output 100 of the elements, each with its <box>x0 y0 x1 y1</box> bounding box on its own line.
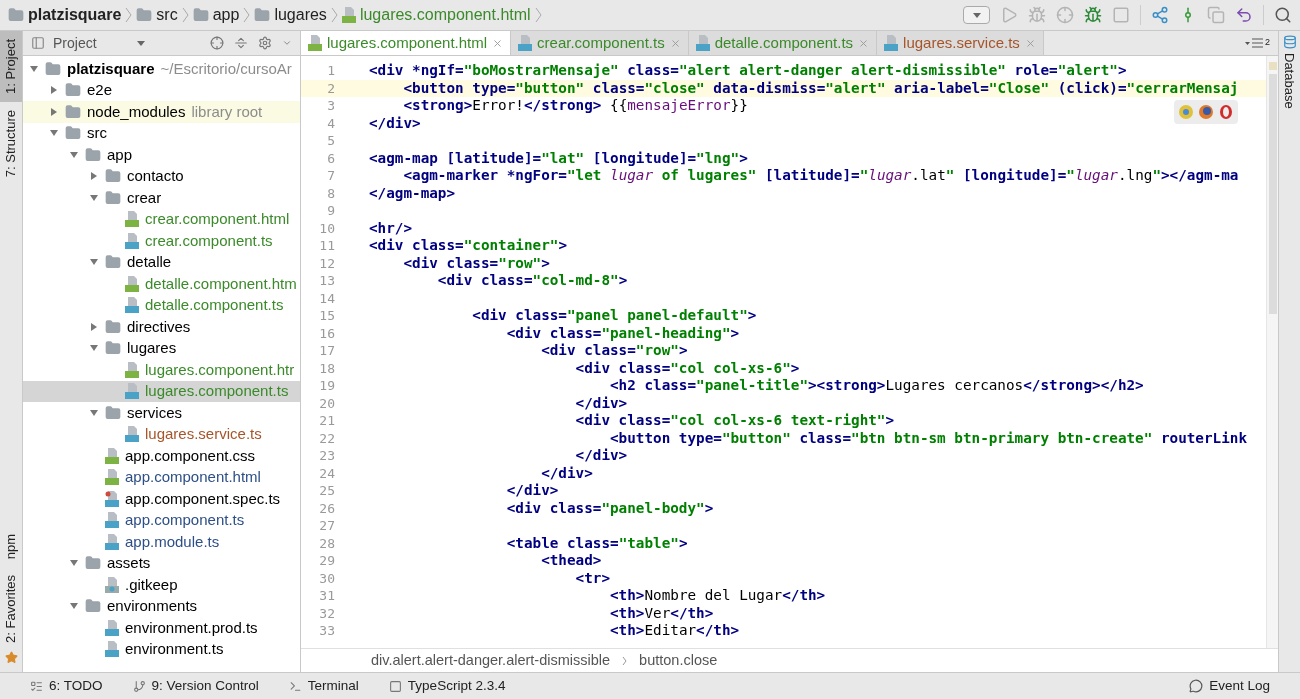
tree-item[interactable]: directives <box>23 316 300 338</box>
line-number: 27 <box>318 517 336 535</box>
tool-window-button[interactable]: 6: TODO <box>30 675 103 697</box>
close-icon[interactable] <box>492 37 504 49</box>
tool-window-tab[interactable]: Database <box>1279 53 1300 115</box>
scroll-bar[interactable] <box>1268 74 1277 314</box>
locate-icon[interactable] <box>210 36 224 50</box>
tree-item[interactable]: app.component.css <box>23 445 300 467</box>
tree-item[interactable]: environments <box>23 595 300 617</box>
tree-item[interactable]: assets <box>23 552 300 574</box>
code-line: <div *ngIf="boMostrarMensaje" class="alert alert-danger alert-dismissible" role="alert"> <box>368 62 1127 80</box>
file-icon <box>105 490 119 507</box>
project-view-dropdown[interactable]: Project <box>53 32 145 54</box>
item-name: node_modules <box>87 101 186 122</box>
tool-window-button[interactable]: 9: Version Control <box>132 675 259 697</box>
item-name: app.component.spec.ts <box>125 488 281 509</box>
collapsed-arrow-icon[interactable] <box>49 85 59 96</box>
tree-item[interactable]: app <box>23 144 300 166</box>
line-number: 33 <box>318 622 336 640</box>
bug-icon[interactable] <box>1084 6 1102 24</box>
tool-window-button[interactable]: Terminal <box>288 675 359 697</box>
item-name: environment.prod.ts <box>125 617 258 638</box>
line-number: 13 <box>318 272 336 290</box>
expanded-arrow-icon[interactable] <box>89 407 99 418</box>
run-config-dropdown[interactable] <box>963 6 990 24</box>
tree-item[interactable]: environment.prod.ts <box>23 617 300 639</box>
nav-crumb[interactable]: src <box>156 3 178 27</box>
item-name: e2e <box>87 80 113 100</box>
item-name: detalle <box>127 252 172 272</box>
tree-item[interactable]: platzisquare ~/Escritorio/cursoAr <box>23 58 300 80</box>
tree-item[interactable]: app.component.ts <box>23 509 300 531</box>
folder-icon <box>105 340 121 357</box>
tree-item[interactable]: detalle <box>23 251 300 273</box>
tree-item[interactable]: lugares.component.htr <box>23 359 300 381</box>
tree-item[interactable]: app.component.spec.ts <box>23 488 300 510</box>
tree-item[interactable]: e2e <box>23 79 300 101</box>
expanded-arrow-icon[interactable] <box>69 149 79 160</box>
tree-item[interactable]: app.component.html <box>23 466 300 488</box>
code-line: <div class="panel-heading"> <box>505 324 740 342</box>
line-number: 32 <box>318 604 336 622</box>
tree-item[interactable]: src <box>23 122 300 144</box>
nav-crumb[interactable]: lugares.component.html <box>359 3 531 27</box>
collapsed-arrow-icon[interactable] <box>89 321 99 332</box>
item-name: lugares.service.ts <box>145 424 262 444</box>
chevron-icon[interactable] <box>282 38 292 48</box>
item-name: services <box>127 402 182 423</box>
tool-window-tab[interactable]: npm <box>0 525 22 568</box>
tree-item[interactable]: .gitkeep <box>23 574 300 596</box>
tree-item[interactable]: detalle.component.ts <box>23 294 300 316</box>
tree-item[interactable]: lugares <box>23 337 300 359</box>
item-name: app.component.ts <box>125 510 245 530</box>
line-number: 12 <box>318 254 336 272</box>
tree-item[interactable]: contacto <box>23 165 300 187</box>
event-log-button[interactable]: Event Log <box>1189 675 1270 697</box>
file-icon <box>695 35 710 51</box>
tree-item[interactable]: lugares.service.ts <box>23 423 300 445</box>
tree-item[interactable]: crear <box>23 187 300 209</box>
line-number: 19 <box>318 377 336 395</box>
folder-icon <box>8 7 24 23</box>
nav-crumb[interactable]: platzisquare <box>28 3 122 27</box>
code-line: <agm-map [latitude]="lat" [longitude]="lng"> <box>368 149 748 167</box>
item-name: app.module.ts <box>125 531 220 552</box>
line-number: 17 <box>318 342 336 360</box>
tree-item[interactable]: services <box>23 402 300 424</box>
line-number: 15 <box>318 307 336 325</box>
search-icon[interactable] <box>1274 6 1292 24</box>
line-number: 24 <box>318 464 336 482</box>
tree-item[interactable]: crear.component.html <box>23 208 300 230</box>
expanded-arrow-icon[interactable] <box>89 192 99 203</box>
folder-icon <box>105 189 121 206</box>
code-line: <div class="panel-body"> <box>505 499 714 517</box>
expanded-arrow-icon[interactable] <box>29 63 39 74</box>
tree-item[interactable]: node_modules library root <box>23 101 300 123</box>
tool-window-tab[interactable]: 2: Favorites <box>0 567 22 651</box>
tool-window-tab[interactable]: 1: Project <box>0 31 22 102</box>
tree-item[interactable]: environment.ts <box>23 638 300 660</box>
tool-icon <box>388 679 402 693</box>
nav-crumb[interactable]: lugares <box>274 3 327 27</box>
file-icon <box>518 35 533 51</box>
editor-tab[interactable]: lugares.service.ts <box>877 31 1044 55</box>
collapsed-arrow-icon[interactable] <box>89 171 99 182</box>
folder-icon <box>85 555 101 572</box>
tree-item[interactable]: detalle.component.htm <box>23 273 300 295</box>
nav-crumb[interactable]: app <box>212 3 240 27</box>
collapsed-arrow-icon[interactable] <box>49 106 59 117</box>
collapse-icon[interactable] <box>234 36 248 50</box>
item-name: directives <box>127 316 191 337</box>
browser-logos-drawing[interactable] <box>1174 100 1238 124</box>
tag-breadcrumb[interactable]: button.close <box>639 649 718 672</box>
tool-window-tab[interactable]: 7: Structure <box>0 101 22 186</box>
editor-tab[interactable]: lugares.component.html <box>301 31 512 55</box>
undo-icon[interactable] <box>1235 6 1253 24</box>
line-number: 29 <box>318 552 336 570</box>
tool-window-button[interactable]: TypeScript 2.3.4 <box>388 675 506 697</box>
tree-item[interactable]: crear.component.ts <box>23 230 300 252</box>
tab-list-icon[interactable] <box>1245 38 1263 48</box>
settings-icon[interactable] <box>258 36 272 50</box>
tree-item[interactable]: app.module.ts <box>23 531 300 553</box>
line-number: 8 <box>326 184 336 202</box>
tag-breadcrumb[interactable]: div.alert.alert-danger.alert-dismissible <box>371 649 611 672</box>
